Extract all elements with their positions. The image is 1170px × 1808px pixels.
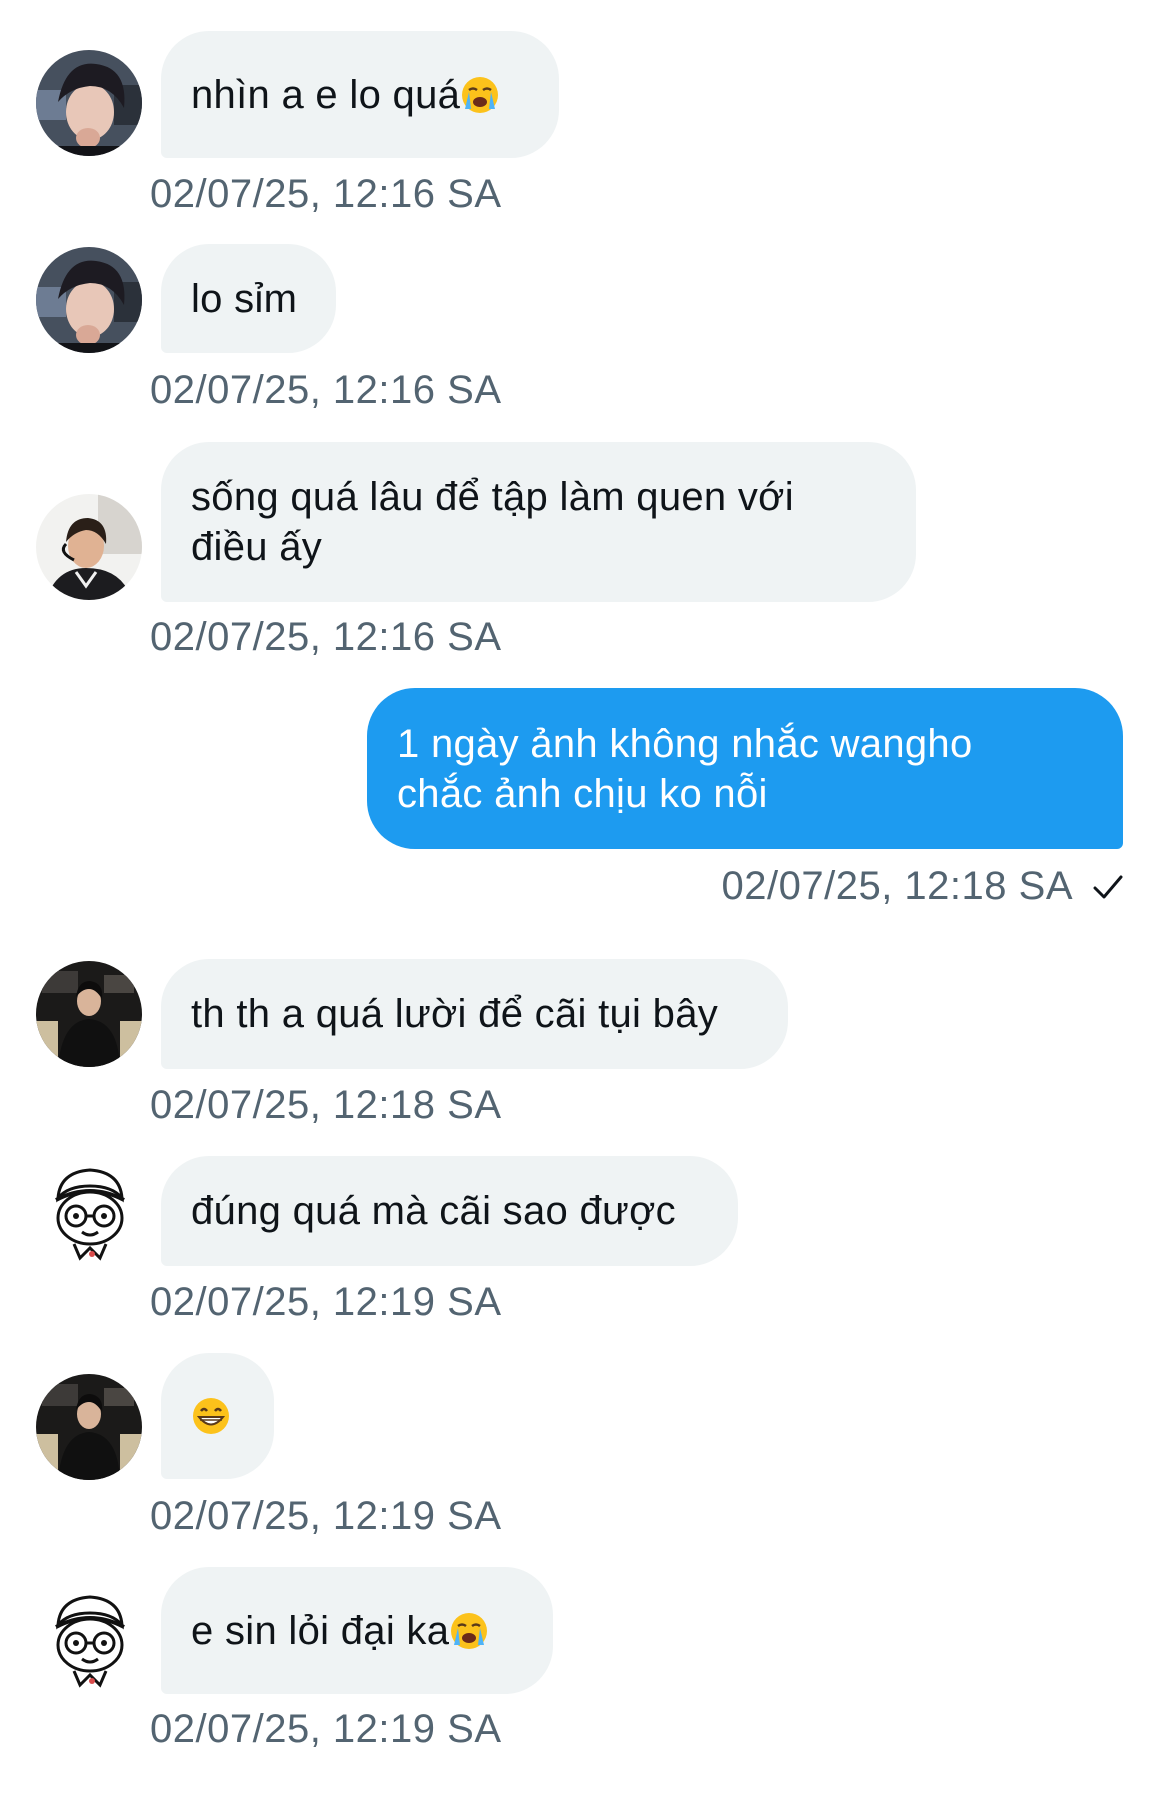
message-timestamp: 02/07/25, 12:19 SA bbox=[150, 1494, 502, 1538]
message-text: đúng quá mà cãi sao được bbox=[191, 1189, 676, 1233]
message-text: nhìn a e lo quá bbox=[191, 72, 461, 117]
outgoing-message-bubble[interactable]: 1 ngày ảnh không nhắc wangho chắc ảnh ch… bbox=[367, 688, 1123, 849]
message-text: th th a quá lười để cãi tụi bây bbox=[191, 992, 719, 1036]
message-bubble[interactable]: th th a quá lười để cãi tụi bây bbox=[161, 959, 788, 1069]
message-timestamp: 02/07/25, 12:19 SA bbox=[150, 1707, 502, 1751]
message-bubble[interactable]: lo sỉm bbox=[161, 244, 336, 353]
message-timestamp: 02/07/25, 12:18 SA bbox=[722, 864, 1126, 909]
conversation-thread: nhìn a e lo quá 02/07/25, 12:16 SA lo sỉ… bbox=[0, 0, 1170, 1808]
message-timestamp: 02/07/25, 12:16 SA bbox=[150, 615, 502, 659]
grinning-face-icon bbox=[193, 1398, 229, 1434]
message-timestamp: 02/07/25, 12:16 SA bbox=[150, 368, 502, 412]
crying-face-icon bbox=[462, 76, 499, 113]
message-timestamp: 02/07/25, 12:19 SA bbox=[150, 1280, 502, 1324]
user-avatar[interactable] bbox=[36, 50, 142, 156]
message-text: sống quá lâu để tập làm quen với điều ấy bbox=[191, 475, 794, 569]
message-timestamp: 02/07/25, 12:18 SA bbox=[150, 1083, 502, 1127]
user-avatar[interactable] bbox=[36, 1158, 142, 1264]
user-avatar[interactable] bbox=[36, 961, 142, 1067]
message-bubble[interactable]: đúng quá mà cãi sao được bbox=[161, 1156, 738, 1266]
message-text: e sin lỏi đại ka bbox=[191, 1608, 450, 1653]
timestamp-text: 02/07/25, 12:18 SA bbox=[721, 864, 1073, 908]
message-bubble[interactable]: sống quá lâu để tập làm quen với điều ấy bbox=[161, 442, 916, 602]
check-icon bbox=[1093, 875, 1123, 898]
message-bubble[interactable] bbox=[161, 1353, 274, 1479]
message-bubble[interactable]: nhìn a e lo quá bbox=[161, 31, 559, 158]
message-text: lo sỉm bbox=[191, 276, 298, 321]
user-avatar[interactable] bbox=[36, 1374, 142, 1480]
user-avatar[interactable] bbox=[36, 247, 142, 353]
crying-face-icon bbox=[451, 1612, 488, 1649]
user-avatar[interactable] bbox=[36, 1585, 142, 1691]
message-text: 1 ngày ảnh không nhắc wangho chắc ảnh ch… bbox=[397, 721, 973, 816]
message-timestamp: 02/07/25, 12:16 SA bbox=[150, 172, 502, 216]
user-avatar[interactable] bbox=[36, 494, 142, 600]
message-bubble[interactable]: e sin lỏi đại ka bbox=[161, 1567, 553, 1694]
